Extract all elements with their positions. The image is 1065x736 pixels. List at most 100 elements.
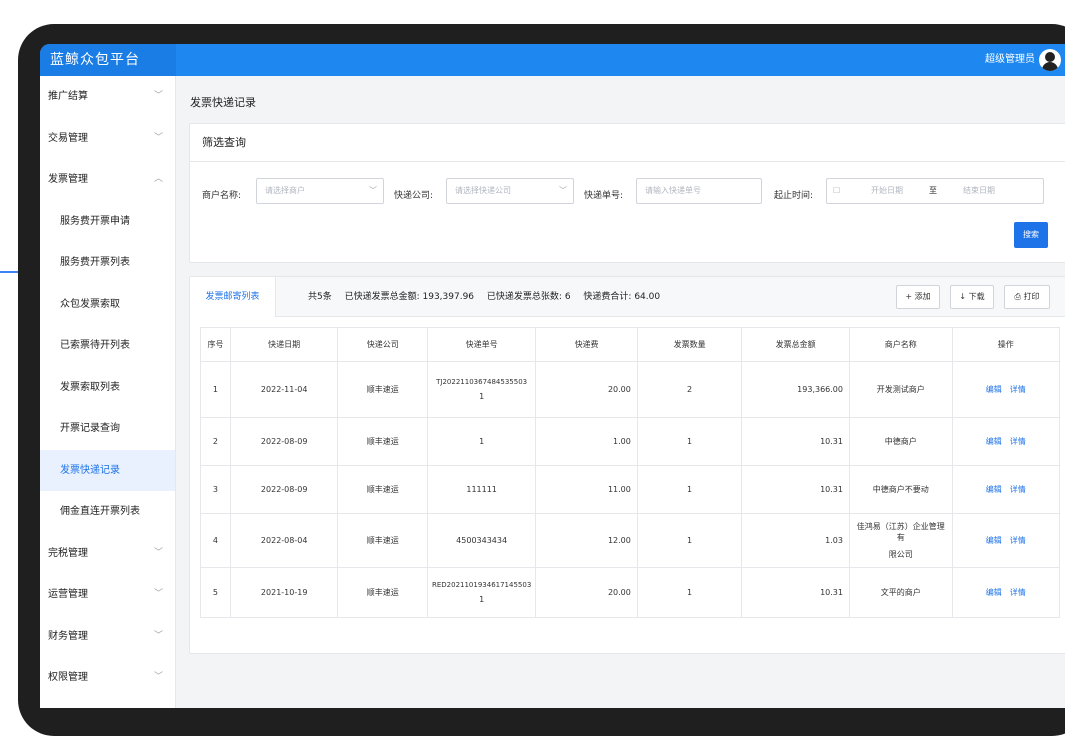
cell-amount: 1.03: [741, 513, 850, 568]
date-range-picker[interactable]: ☐ 开始日期 至 结束日期: [826, 178, 1044, 204]
cell-actions: 编辑 详情: [951, 513, 1060, 568]
detail-link[interactable]: 详情: [1010, 588, 1026, 597]
tracking-label: 快递单号:: [584, 191, 624, 201]
cell-fee: 1.00: [535, 417, 638, 466]
detail-link[interactable]: 详情: [1010, 536, 1026, 545]
cell-no: 1: [200, 361, 231, 418]
tab-invoice-mail-list[interactable]: 发票邮寄列表: [190, 277, 276, 317]
sidebar-item-label: 佣金直连开票列表: [60, 506, 140, 517]
cell-tracking: 1: [426, 417, 537, 466]
add-button[interactable]: + 添加: [896, 285, 940, 309]
sidebar-item-invoice-express[interactable]: 发票快递记录: [40, 449, 175, 491]
cell-qty: 1: [636, 567, 743, 618]
sidebar-item-label: 权限管理: [48, 672, 88, 683]
cell-qty: 1: [636, 417, 743, 466]
sidebar-item-promotion-settlement[interactable]: 推广结算 ﹀: [40, 76, 175, 118]
sidebar-item-tax[interactable]: 完税管理 ﹀: [40, 533, 175, 575]
sidebar-item-label: 开票记录查询: [60, 423, 120, 434]
main-content: 发票快递记录 筛选查询 商户名称: 请选择商户 ﹀ 快递公司: 请选择快递公司 ﹀ …: [177, 76, 1065, 708]
list-summary: 共5条 已快递发票总金额: 193,397.96 已快递发票总张数: 6 快递费…: [308, 277, 670, 317]
table-row: 1 2022-11-04 顺丰速运 TJ2022110367484535503 1…: [200, 361, 1060, 418]
filter-title: 筛选查询: [190, 124, 1065, 162]
tracking-input[interactable]: 请输入快递单号: [636, 178, 762, 204]
admin-name[interactable]: 超级管理员: [985, 44, 1035, 76]
cell-date: 2022-08-09: [229, 465, 339, 514]
tracking-line: TJ2022110367484535503: [436, 378, 528, 386]
total-count: 共5条: [308, 292, 332, 302]
sidebar-item-invoice-record-query[interactable]: 开票记录查询: [40, 408, 175, 450]
edit-link[interactable]: 编辑: [986, 485, 1002, 494]
sidebar-item-finance[interactable]: 财务管理 ﹀: [40, 616, 175, 658]
merchant-line: 限公司: [888, 550, 913, 559]
cell-no: 5: [200, 567, 231, 618]
list-toolbar: 发票邮寄列表 共5条 已快递发票总金额: 193,397.96 已快递发票总张数…: [190, 277, 1065, 317]
chevron-up-icon: ︿: [153, 174, 163, 184]
cell-actions: 编辑 详情: [951, 361, 1060, 418]
company-placeholder: 请选择快递公司: [455, 186, 511, 195]
total-amount: 已快递发票总金额: 193,397.96: [344, 292, 475, 302]
sidebar-item-service-fee-list[interactable]: 服务费开票列表: [40, 242, 175, 284]
sidebar-item-trade[interactable]: 交易管理 ﹀: [40, 118, 175, 160]
date-label: 起止时间:: [774, 191, 814, 201]
print-button[interactable]: ⎙ 打印: [1004, 285, 1050, 309]
cell-actions: 编辑 详情: [951, 567, 1060, 618]
sidebar-item-label: 服务费开票列表: [60, 257, 130, 268]
cell-company: 顺丰速运: [337, 513, 428, 568]
sidebar-item-invoice[interactable]: 发票管理 ︿: [40, 159, 175, 201]
edit-link[interactable]: 编辑: [986, 385, 1002, 394]
table-row: 3 2022-08-09 顺丰速运 111111 11.00 1 10.31 中…: [200, 465, 1060, 514]
detail-link[interactable]: 详情: [1010, 437, 1026, 446]
column-header: 操作: [951, 327, 1060, 362]
cell-actions: 编辑 详情: [951, 465, 1060, 514]
company-select[interactable]: 请选择快递公司 ﹀: [446, 178, 574, 204]
merchant-select[interactable]: 请选择商户 ﹀: [256, 178, 384, 204]
sidebar-item-service-fee-apply[interactable]: 服务费开票申请: [40, 201, 175, 243]
detail-link[interactable]: 详情: [1010, 385, 1026, 394]
sidebar-item-label: 完税管理: [48, 547, 88, 559]
cell-no: 3: [200, 465, 231, 514]
date-separator: 至: [929, 186, 937, 195]
sidebar-item-invoice-request-list[interactable]: 发票索取列表: [40, 367, 175, 409]
column-header: 发票数量: [636, 327, 743, 362]
date-end[interactable]: 结束日期: [963, 179, 995, 203]
express-records-table: 序号 快递日期 快递公司 快递单号 快递费 发票数量 发票总金额 商户名称 操作…: [200, 327, 1060, 618]
cell-date: 2022-11-04: [229, 361, 339, 418]
sidebar-item-label: 财务管理: [48, 630, 88, 642]
sidebar-item-crowd-invoice-request[interactable]: 众包发票索取: [40, 284, 175, 326]
cell-tracking: 4500343434: [426, 513, 537, 568]
filter-panel: 筛选查询 商户名称: 请选择商户 ﹀ 快递公司: 请选择快递公司 ﹀ 快递单号: 请…: [189, 123, 1065, 263]
edit-link[interactable]: 编辑: [986, 437, 1002, 446]
cell-merchant: 佳鸿易（江苏）企业管理有 限公司: [848, 513, 953, 568]
chevron-down-icon: ﹀: [369, 186, 377, 195]
cell-qty: 2: [636, 361, 743, 418]
cell-actions: 编辑 详情: [951, 417, 1060, 466]
invoice-list-panel: 发票邮寄列表 共5条 已快递发票总金额: 193,397.96 已快递发票总张数…: [189, 276, 1065, 654]
download-button[interactable]: ↓ 下载: [950, 285, 994, 309]
sidebar-item-label: 众包发票索取: [60, 298, 120, 310]
cell-date: 2022-08-09: [229, 417, 339, 466]
merchant-placeholder: 请选择商户: [265, 186, 305, 195]
avatar[interactable]: [1039, 49, 1061, 71]
table-row: 5 2021-10-19 顺丰速运 RED2021101934617145503…: [200, 567, 1060, 618]
sidebar-item-permissions[interactable]: 权限管理 ﹀: [40, 657, 175, 699]
sidebar-item-pending-invoices[interactable]: 已索票待开列表: [40, 325, 175, 367]
edit-link[interactable]: 编辑: [986, 536, 1002, 545]
sidebar-item-label: 交易管理: [48, 132, 88, 144]
sidebar-item-commission-invoice-list[interactable]: 佣金直连开票列表: [40, 491, 175, 533]
sidebar-item-operations[interactable]: 运营管理 ﹀: [40, 574, 175, 616]
detail-link[interactable]: 详情: [1010, 485, 1026, 494]
edit-link[interactable]: 编辑: [986, 588, 1002, 597]
sidebar-item-label: 发票索取列表: [60, 381, 120, 393]
cell-company: 顺丰速运: [337, 567, 428, 618]
cell-qty: 1: [636, 513, 743, 568]
search-button[interactable]: 搜索: [1014, 222, 1048, 248]
calendar-icon: ☐: [833, 186, 841, 195]
merchant-label: 商户名称:: [202, 191, 242, 201]
date-start[interactable]: 开始日期: [871, 179, 903, 203]
column-header: 快递公司: [337, 327, 428, 362]
column-header: 发票总金额: [741, 327, 850, 362]
cell-merchant: 开发测试商户: [848, 361, 953, 418]
column-header: 快递费: [535, 327, 638, 362]
cell-tracking: 111111: [426, 465, 537, 514]
total-fee: 快递费合计: 64.00: [583, 292, 661, 302]
